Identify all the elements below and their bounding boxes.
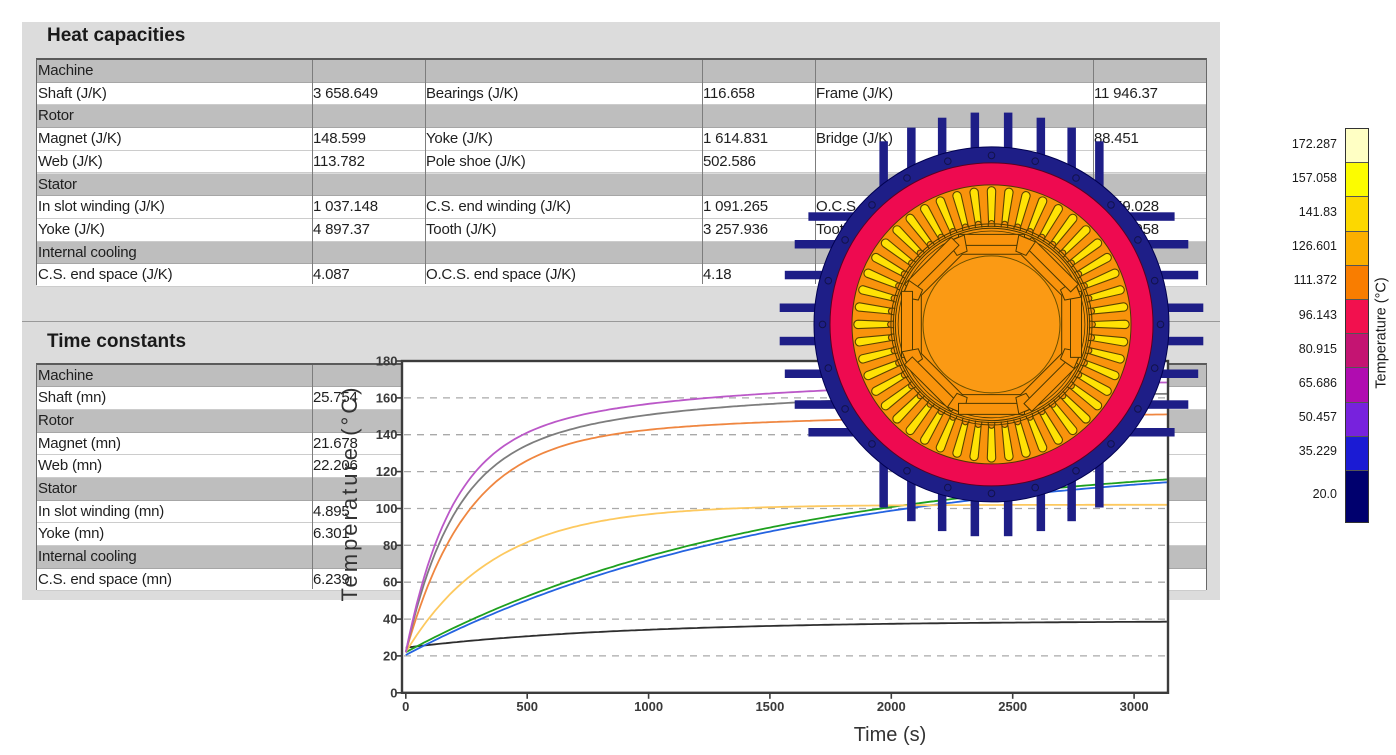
svg-text:Temperature (°C): Temperature (°C) [1374, 277, 1390, 388]
